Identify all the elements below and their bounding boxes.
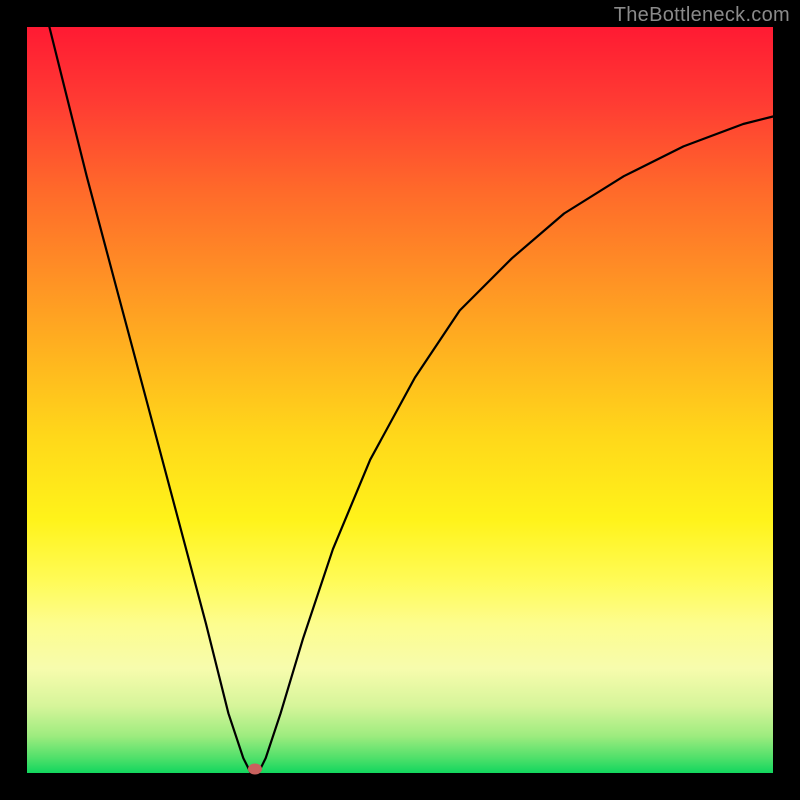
- min-marker: [248, 764, 262, 775]
- chart-frame: TheBottleneck.com: [0, 0, 800, 800]
- bottleneck-curve: [27, 27, 773, 773]
- plot-area: [27, 27, 773, 773]
- watermark-text: TheBottleneck.com: [614, 4, 790, 27]
